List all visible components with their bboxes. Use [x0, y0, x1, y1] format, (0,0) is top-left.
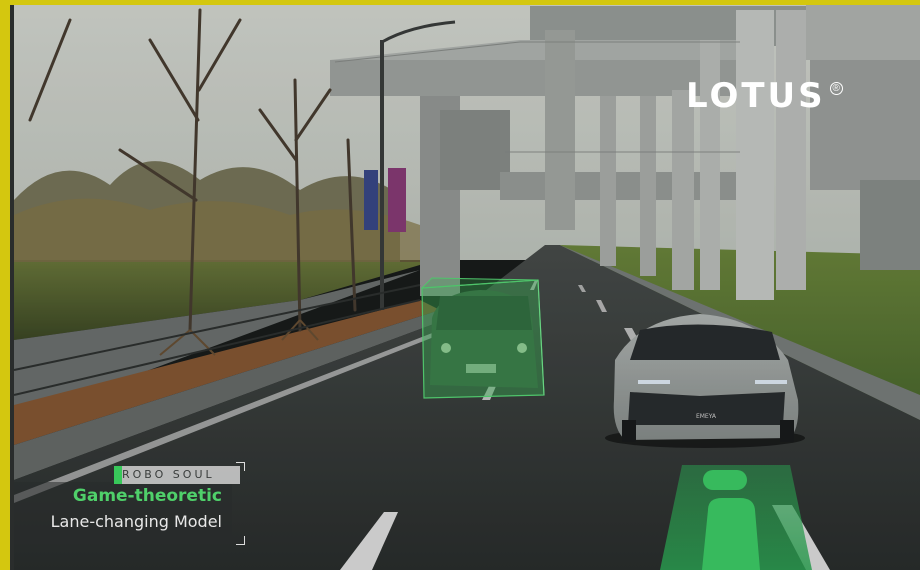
caption-tag-accent	[114, 466, 122, 484]
logo-registered-icon: ®	[829, 82, 843, 95]
caption-corner-top	[236, 462, 245, 471]
logo-wordmark: LOTUS	[686, 76, 826, 116]
feature-caption: ROBO SOUL Game-theoretic Lane-changing M…	[14, 462, 245, 545]
caption-tag: ROBO SOUL	[114, 466, 240, 484]
caption-corner-bottom	[236, 536, 245, 545]
lotus-logo: LOTUS ®	[686, 76, 843, 116]
caption-subtitle: Lane-changing Model	[50, 512, 222, 531]
caption-title: Game-theoretic	[72, 486, 222, 506]
video-frame: EMEYA LOTUS ® ROBO SOUL Game-theoretic L…	[0, 0, 920, 570]
